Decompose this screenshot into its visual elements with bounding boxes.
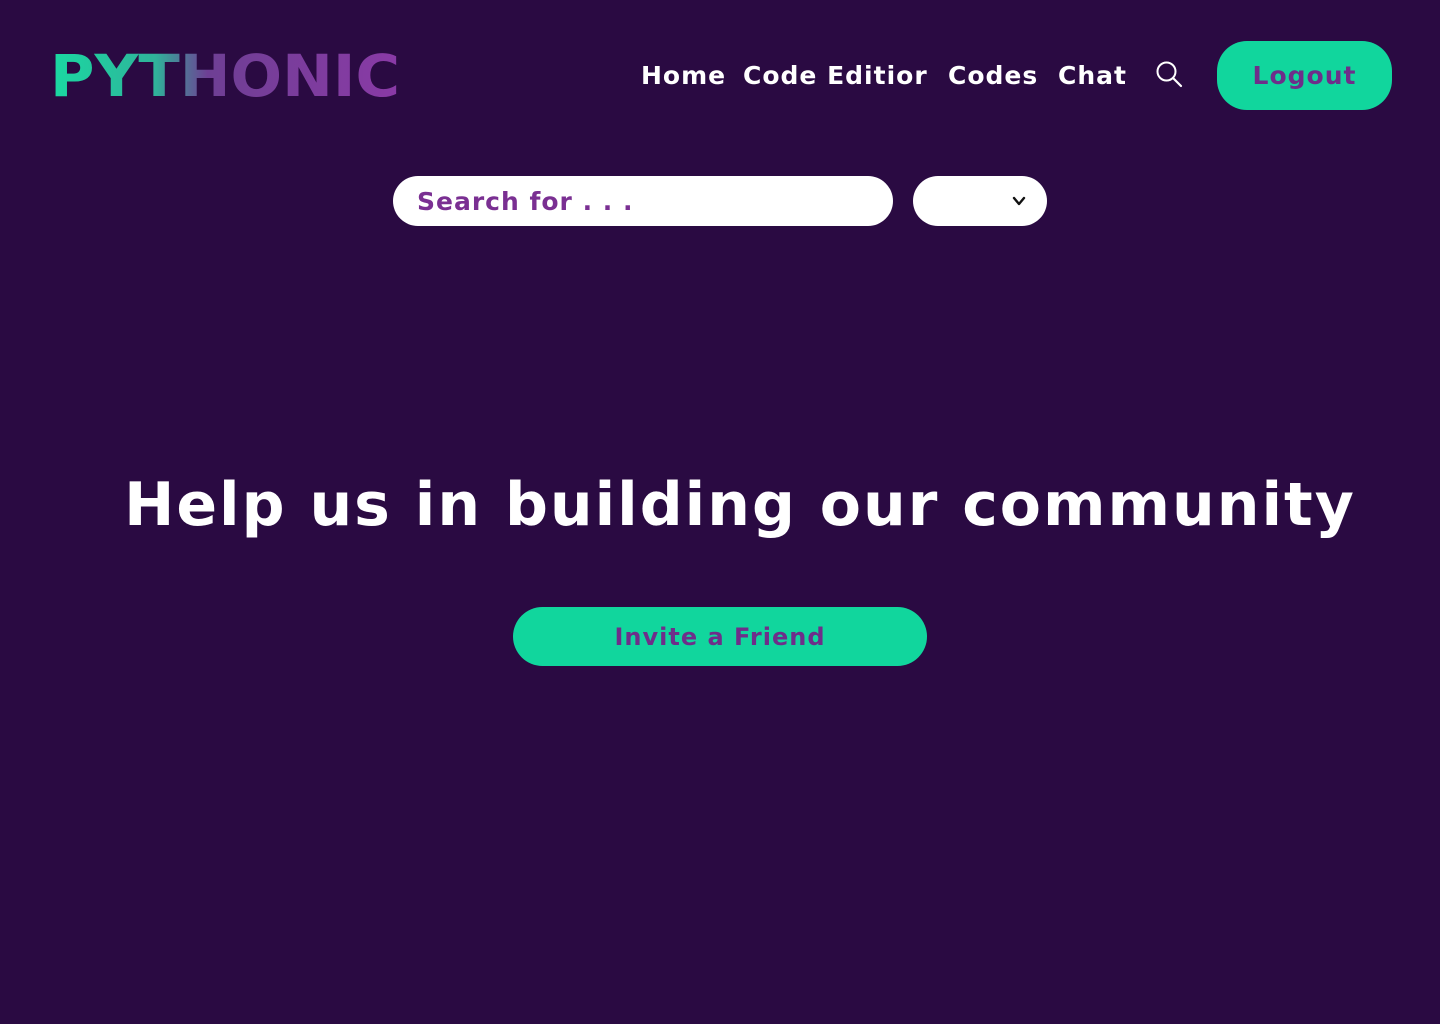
- nav-code-editor[interactable]: Code Editior: [743, 58, 928, 94]
- nav-codes[interactable]: Codes: [948, 58, 1038, 94]
- hero-title: Help us in building our community: [124, 470, 1356, 540]
- nav-chat[interactable]: Chat: [1058, 58, 1127, 94]
- page: PYTHONIC Home Code Editior Codes Chat Lo…: [0, 0, 1440, 1024]
- search-input[interactable]: [415, 185, 871, 217]
- logo[interactable]: PYTHONIC: [50, 44, 402, 104]
- chevron-down-icon: [1012, 196, 1026, 206]
- nav-home[interactable]: Home: [641, 58, 726, 94]
- search-field[interactable]: [393, 176, 893, 226]
- logout-button[interactable]: Logout: [1217, 41, 1392, 110]
- logo-text: PYTHONIC: [50, 44, 400, 104]
- filter-select[interactable]: [913, 176, 1047, 226]
- search-icon[interactable]: [1154, 59, 1184, 89]
- logo-wordmark: PYTHONIC: [50, 44, 400, 104]
- invite-friend-button[interactable]: Invite a Friend: [513, 607, 927, 666]
